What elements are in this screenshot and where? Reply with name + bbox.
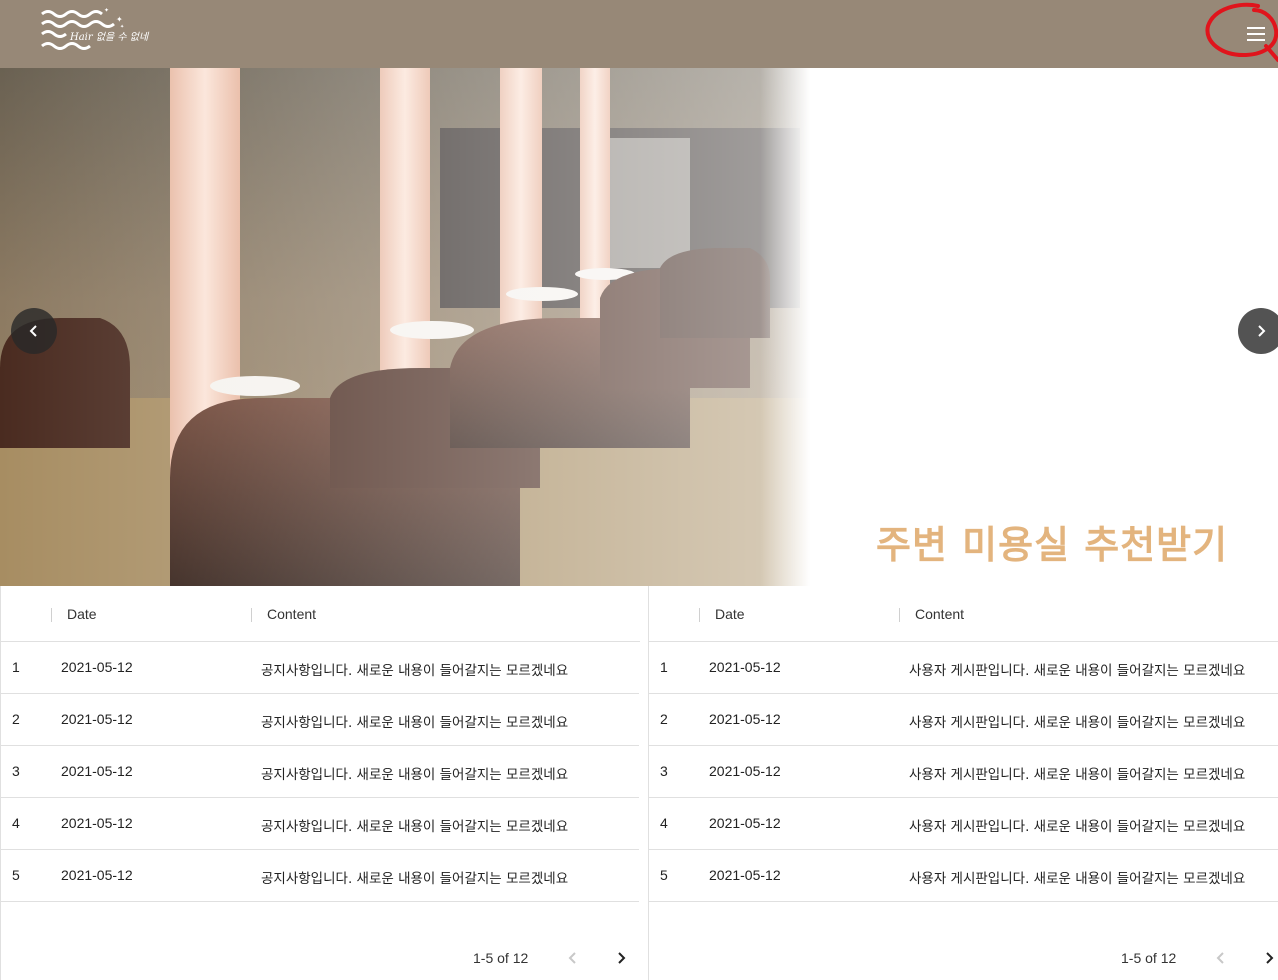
row-content: 공지사항입니다. 새로운 내용이 들어갈지는 모르겠네요: [261, 715, 569, 731]
row-date: 2021-05-12: [61, 763, 133, 779]
row-number: 5: [660, 867, 668, 883]
row-date: 2021-05-12: [709, 815, 781, 831]
column-header-date[interactable]: Date: [715, 606, 745, 622]
column-separator: [899, 608, 900, 622]
row-content: 사용자 게시판입니다. 새로운 내용이 들어갈지는 모르겠네요: [909, 715, 1246, 731]
logo-text: Hair 없을 수 없네: [70, 32, 149, 43]
svg-text:✦: ✦: [116, 15, 123, 24]
row-date: 2021-05-12: [709, 763, 781, 779]
table-row[interactable]: 5 2021-05-12 사용자 게시판입니다. 새로운 내용이 들어갈지는 모…: [649, 850, 1278, 902]
prev-page-button[interactable]: [1207, 944, 1235, 972]
svg-text:✦: ✦: [104, 8, 109, 14]
table-header: Date Content: [1, 586, 640, 642]
row-content: 공지사항입니다. 새로운 내용이 들어갈지는 모르겠네요: [261, 871, 569, 887]
chevron-right-icon: [1258, 325, 1266, 337]
table-pagination: 1-5 of 12: [649, 926, 1278, 980]
row-date: 2021-05-12: [709, 867, 781, 883]
table-row[interactable]: 4 2021-05-12 공지사항입니다. 새로운 내용이 들어갈지는 모르겠네…: [1, 798, 639, 850]
column-separator: [251, 608, 252, 622]
column-separator: [51, 608, 52, 622]
next-page-button[interactable]: [607, 944, 635, 972]
column-header-content[interactable]: Content: [267, 606, 316, 622]
column-separator: [699, 608, 700, 622]
row-number: 5: [12, 867, 20, 883]
menu-button[interactable]: [1236, 14, 1276, 54]
row-date: 2021-05-12: [61, 867, 133, 883]
row-date: 2021-05-12: [61, 659, 133, 675]
row-number: 4: [12, 815, 20, 831]
row-content: 사용자 게시판입니다. 새로운 내용이 들어갈지는 모르겠네요: [909, 819, 1246, 835]
row-content: 사용자 게시판입니다. 새로운 내용이 들어갈지는 모르겠네요: [909, 663, 1246, 679]
table-row[interactable]: 5 2021-05-12 공지사항입니다. 새로운 내용이 들어갈지는 모르겠네…: [1, 850, 639, 902]
carousel-prev-button[interactable]: [11, 308, 57, 354]
column-header-content[interactable]: Content: [915, 606, 964, 622]
page-info: 1-5 of 12: [473, 950, 529, 966]
chevron-left-icon: [29, 325, 37, 337]
salon-interior-image: [0, 68, 810, 586]
row-content: 사용자 게시판입니다. 새로운 내용이 들어갈지는 모르겠네요: [909, 767, 1246, 783]
hamburger-menu-icon: [1247, 27, 1265, 41]
chevron-left-icon: [568, 952, 576, 964]
prev-page-button[interactable]: [559, 944, 587, 972]
table-row[interactable]: 3 2021-05-12 사용자 게시판입니다. 새로운 내용이 들어갈지는 모…: [649, 746, 1278, 798]
row-date: 2021-05-12: [709, 659, 781, 675]
table-pagination: 1-5 of 12: [1, 926, 640, 980]
table-row[interactable]: 2 2021-05-12 공지사항입니다. 새로운 내용이 들어갈지는 모르겠네…: [1, 694, 639, 746]
row-content: 공지사항입니다. 새로운 내용이 들어갈지는 모르겠네요: [261, 767, 569, 783]
table-row[interactable]: 3 2021-05-12 공지사항입니다. 새로운 내용이 들어갈지는 모르겠네…: [1, 746, 639, 798]
table-row[interactable]: 2 2021-05-12 사용자 게시판입니다. 새로운 내용이 들어갈지는 모…: [649, 694, 1278, 746]
table-row[interactable]: 1 2021-05-12 공지사항입니다. 새로운 내용이 들어갈지는 모르겠네…: [1, 642, 639, 694]
chevron-right-icon: [618, 952, 626, 964]
row-date: 2021-05-12: [709, 711, 781, 727]
row-number: 3: [12, 763, 20, 779]
row-number: 1: [12, 659, 20, 675]
next-page-button[interactable]: [1255, 944, 1278, 972]
carousel-next-button[interactable]: [1238, 308, 1278, 354]
row-content: 사용자 게시판입니다. 새로운 내용이 들어갈지는 모르겠네요: [909, 871, 1246, 887]
row-number: 1: [660, 659, 668, 675]
chevron-right-icon: [1266, 952, 1274, 964]
row-number: 2: [660, 711, 668, 727]
table-row[interactable]: 1 2021-05-12 사용자 게시판입니다. 새로운 내용이 들어갈지는 모…: [649, 642, 1278, 694]
row-content: 공지사항입니다. 새로운 내용이 들어갈지는 모르겠네요: [261, 819, 569, 835]
column-header-date[interactable]: Date: [67, 606, 97, 622]
row-number: 2: [12, 711, 20, 727]
user-board-table: Date Content 1 2021-05-12 사용자 게시판입니다. 새로…: [648, 586, 1278, 980]
row-number: 3: [660, 763, 668, 779]
top-app-bar: ✦ ✦ ✦ Hair 없을 수 없네: [0, 0, 1278, 68]
row-number: 4: [660, 815, 668, 831]
notice-board-table: Date Content 1 2021-05-12 공지사항입니다. 새로운 내…: [0, 586, 640, 980]
chevron-left-icon: [1216, 952, 1224, 964]
row-date: 2021-05-12: [61, 815, 133, 831]
table-row[interactable]: 4 2021-05-12 사용자 게시판입니다. 새로운 내용이 들어갈지는 모…: [649, 798, 1278, 850]
logo[interactable]: ✦ ✦ ✦ Hair 없을 수 없네: [40, 7, 150, 54]
table-header: Date Content: [649, 586, 1278, 642]
row-date: 2021-05-12: [61, 711, 133, 727]
page-info: 1-5 of 12: [1121, 950, 1177, 966]
hero-carousel: 주변 미용실 추천받기: [0, 68, 1278, 586]
slide-caption: 주변 미용실 추천받기: [876, 523, 1229, 567]
row-content: 공지사항입니다. 새로운 내용이 들어갈지는 모르겠네요: [261, 663, 569, 679]
